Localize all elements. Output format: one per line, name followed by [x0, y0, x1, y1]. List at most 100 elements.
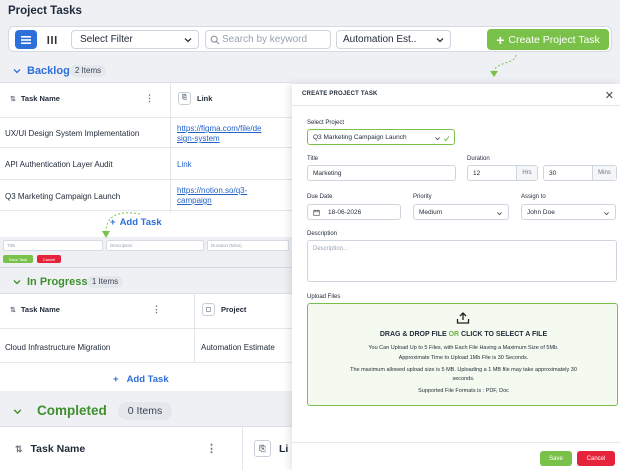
chevron-down-icon — [436, 38, 444, 43]
chevron-down-icon — [497, 212, 502, 216]
link-header-label: Li — [279, 442, 289, 455]
link-cell[interactable]: https://notion.so/q3- — [177, 186, 247, 195]
select-project-dropdown[interactable]: Q3 Marketing Campaign Launch — [307, 129, 455, 145]
row-divider — [0, 117, 292, 118]
project-cell[interactable]: Automation Estimate — [201, 343, 275, 352]
task-name-header[interactable]: ⇅ Task Name — [15, 443, 85, 455]
search-placeholder: Search by keyword — [222, 34, 308, 45]
priority-value: Medium — [419, 208, 443, 216]
dropzone-line: Approximate Time to Upload 1Mb File is 3… — [398, 355, 529, 361]
close-icon[interactable]: ✕ — [605, 89, 614, 102]
modal-header: CREATE PROJECT TASK ✕ — [292, 84, 620, 106]
column-menu-icon[interactable]: ⋮ — [152, 304, 161, 315]
completed-table: ⇅ Task Name ⋮ ⎘ Li — [0, 426, 292, 470]
project-column-icon: ▢ — [202, 303, 215, 316]
link-cell-wrap[interactable]: campaign — [177, 196, 212, 205]
chevron-down-icon[interactable] — [12, 277, 22, 287]
task-name-cell[interactable]: API Authentication Layer Audit — [5, 160, 113, 169]
row-divider — [0, 328, 292, 329]
link-column-icon: ⎘ — [254, 440, 271, 457]
description-label: Description — [307, 231, 338, 237]
filter-select-value: Select Filter — [80, 34, 133, 45]
link-header-label: Link — [197, 94, 213, 103]
inline-description-placeholder: Description — [110, 243, 133, 248]
completed-title: Completed — [37, 403, 107, 418]
task-name-header-label: Task Name — [30, 443, 86, 455]
backlog-header[interactable]: Backlog 2 Items — [0, 62, 620, 80]
cancel-button[interactable]: Cancel — [577, 451, 615, 466]
chevron-down-icon[interactable] — [12, 66, 22, 76]
inline-description-input[interactable]: Description — [106, 240, 204, 251]
link-cell-wrap[interactable]: sign-system — [177, 134, 220, 143]
sort-icon[interactable]: ⇅ — [15, 444, 23, 455]
filter-select[interactable]: Select Filter — [71, 30, 199, 49]
row-divider — [0, 147, 292, 148]
column-divider — [170, 83, 171, 213]
add-task-label: Add Task — [126, 374, 169, 385]
dropzone-line: You Can Upload Up to 5 Files, with Each … — [368, 345, 559, 351]
duration-label: Duration — [467, 156, 490, 162]
hours-input[interactable]: 12 Hrs — [467, 165, 538, 181]
dropzone-or: OR — [448, 331, 460, 338]
task-name-cell[interactable]: Q3 Marketing Campaign Launch — [5, 192, 120, 201]
modal-footer: Save Cancel — [292, 442, 620, 470]
link-cell[interactable]: https://figma.com/file/de — [177, 124, 261, 133]
inline-duration-placeholder: Duration (Mins) — [211, 243, 242, 248]
completed-count-badge: 0 Items — [118, 402, 172, 420]
create-project-task-label: Create Project Task — [508, 33, 600, 46]
plus-icon: + — [496, 31, 505, 48]
project-header[interactable]: ▢ Project — [202, 303, 246, 316]
check-icon — [443, 136, 450, 142]
chevron-down-icon — [184, 38, 192, 43]
create-project-task-button[interactable]: + Create Project Task — [487, 29, 609, 50]
save-button[interactable]: Save — [540, 451, 572, 466]
due-date-picker[interactable]: 18-06-2026 — [307, 204, 401, 220]
title-input[interactable]: Marketing — [307, 165, 456, 181]
assign-to-value: John Doe — [527, 208, 555, 216]
sort-icon[interactable]: ⇅ — [10, 306, 16, 314]
minutes-input[interactable]: 30 Mins — [543, 165, 617, 181]
sort-icon[interactable]: ⇅ — [10, 95, 16, 103]
row-divider — [0, 210, 292, 211]
board-view-button[interactable] — [41, 30, 63, 49]
inline-duration-input[interactable]: Duration (Mins) — [207, 240, 289, 251]
link-cell[interactable]: Link — [177, 160, 192, 169]
plus-icon: + — [113, 374, 119, 385]
list-view-button[interactable] — [15, 30, 37, 49]
link-header[interactable]: ⎘ Li — [254, 440, 288, 457]
dropzone-title-a: DRAG & DROP FILE — [379, 331, 447, 338]
inline-save-button[interactable]: Save Task — [3, 255, 33, 263]
chevron-down-icon — [604, 212, 609, 216]
dropzone-formats: Supported File Formats is : PDF, Doc — [418, 388, 509, 394]
chevron-down-icon[interactable] — [12, 406, 23, 417]
columns-icon — [47, 35, 57, 44]
link-header[interactable]: ⎘ Link — [178, 92, 212, 105]
title-input-value: Marketing — [313, 169, 342, 177]
task-name-cell[interactable]: Cloud Infrastructure Migration — [5, 343, 110, 352]
assign-to-dropdown[interactable]: John Doe — [521, 204, 616, 220]
column-menu-icon[interactable]: ⋮ — [206, 442, 217, 455]
task-name-header[interactable]: ⇅ Task Name — [10, 94, 60, 103]
modal-title: CREATE PROJECT TASK — [302, 91, 378, 97]
calendar-icon — [313, 209, 320, 216]
estimate-select[interactable]: Automation Est.. — [336, 30, 451, 49]
task-name-header[interactable]: ⇅ Task Name — [10, 305, 60, 314]
backlog-title: Backlog — [27, 65, 70, 77]
search-input[interactable]: Search by keyword — [205, 30, 331, 49]
select-project-label: Select Project — [307, 120, 345, 126]
task-name-cell[interactable]: UX/UI Design System Implementation — [5, 129, 139, 138]
due-date-value: 18-06-2026 — [328, 208, 362, 216]
file-dropzone[interactable]: DRAG & DROP FILE OR CLICK TO SELECT A FI… — [307, 303, 618, 406]
inline-title-input[interactable]: Title — [3, 240, 103, 251]
add-task-button[interactable]: + Add Task — [113, 374, 169, 385]
priority-dropdown[interactable]: Medium — [413, 204, 509, 220]
priority-label: Priority — [413, 194, 432, 200]
inline-cancel-button[interactable]: Cancel — [37, 255, 61, 263]
title-label: Title — [307, 156, 319, 162]
hours-input-value: 12 — [473, 169, 481, 177]
column-menu-icon[interactable]: ⋮ — [145, 93, 154, 104]
assign-to-label: Assign to — [521, 194, 546, 200]
dropzone-title-b: CLICK TO SELECT A FILE — [461, 331, 548, 338]
description-textarea[interactable]: Description... — [307, 240, 617, 282]
row-divider — [0, 362, 292, 363]
